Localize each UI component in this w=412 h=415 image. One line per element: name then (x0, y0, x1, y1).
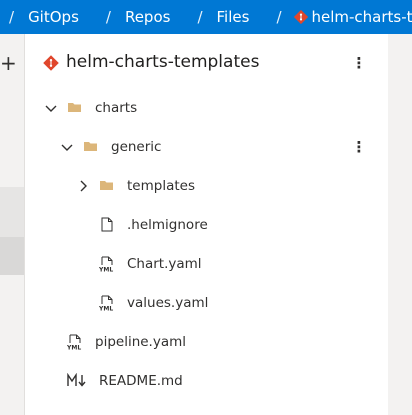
tree-item-values-yaml[interactable]: YML values.yaml (25, 284, 388, 322)
breadcrumb-gitops[interactable]: GitOps (14, 8, 79, 26)
folder-icon (100, 181, 113, 190)
sidebar-item-selected[interactable] (0, 237, 25, 275)
tree-item-label: pipeline.yaml (95, 334, 187, 350)
tree-item-pipeline-yaml[interactable]: YML pipeline.yaml (25, 323, 388, 361)
git-repo-icon (293, 10, 308, 24)
svg-text:YML: YML (67, 345, 81, 351)
file-tree-panel: helm-charts-templates ⋮ charts generic ⋮… (25, 34, 388, 415)
svg-text:YML: YML (99, 267, 113, 273)
breadcrumb-separator: / (197, 8, 203, 26)
left-sidebar: + (0, 34, 25, 415)
breadcrumb-separator: / (276, 8, 282, 26)
breadcrumb-separator: / (9, 8, 15, 26)
yaml-file-icon: YML (99, 256, 113, 273)
tree-item-templates[interactable]: templates (25, 167, 388, 205)
chevron-right-icon[interactable] (77, 180, 89, 192)
chevron-down-icon[interactable] (61, 141, 73, 153)
folder-icon (68, 103, 81, 112)
right-gutter (388, 34, 412, 415)
file-icon (101, 217, 113, 232)
breadcrumb-files[interactable]: Files (203, 8, 250, 26)
yaml-file-icon: YML (99, 295, 113, 312)
tree-item-readme[interactable]: README.md (25, 362, 388, 400)
markdown-icon (67, 373, 86, 387)
tree-item-label: .helmignore (127, 217, 208, 233)
more-options-icon[interactable]: ⋮ (349, 51, 369, 75)
breadcrumb-repo[interactable]: helm-charts-templates (282, 8, 412, 26)
breadcrumb: / GitOps / Repos / Files / helm-charts-t… (0, 0, 412, 34)
tree-item-label: generic (111, 139, 162, 155)
tree-item-generic[interactable]: generic ⋮ (25, 128, 388, 166)
git-repo-icon (43, 55, 59, 71)
tree-item-helmignore[interactable]: .helmignore (25, 206, 388, 244)
chevron-down-icon[interactable] (45, 102, 57, 114)
tree-item-label: charts (95, 100, 138, 116)
breadcrumb-separator: / (105, 8, 111, 26)
tree-item-label: values.yaml (127, 295, 209, 311)
folder-icon (84, 142, 97, 151)
breadcrumb-repos[interactable]: Repos (111, 8, 171, 26)
tree-item-label: Chart.yaml (127, 256, 202, 272)
breadcrumb-repo-label: helm-charts-templates (311, 8, 412, 26)
add-icon[interactable]: + (0, 48, 17, 78)
repo-title: helm-charts-templates (66, 52, 260, 72)
tree-item-label: README.md (99, 373, 183, 389)
svg-text:YML: YML (99, 306, 113, 312)
more-options-icon[interactable]: ⋮ (349, 135, 369, 159)
file-tree-header: helm-charts-templates ⋮ (25, 48, 388, 78)
tree-item-charts[interactable]: charts (25, 89, 388, 127)
yaml-file-icon: YML (67, 334, 81, 351)
tree-item-label: templates (127, 178, 195, 194)
tree-item-chart-yaml[interactable]: YML Chart.yaml (25, 245, 388, 283)
